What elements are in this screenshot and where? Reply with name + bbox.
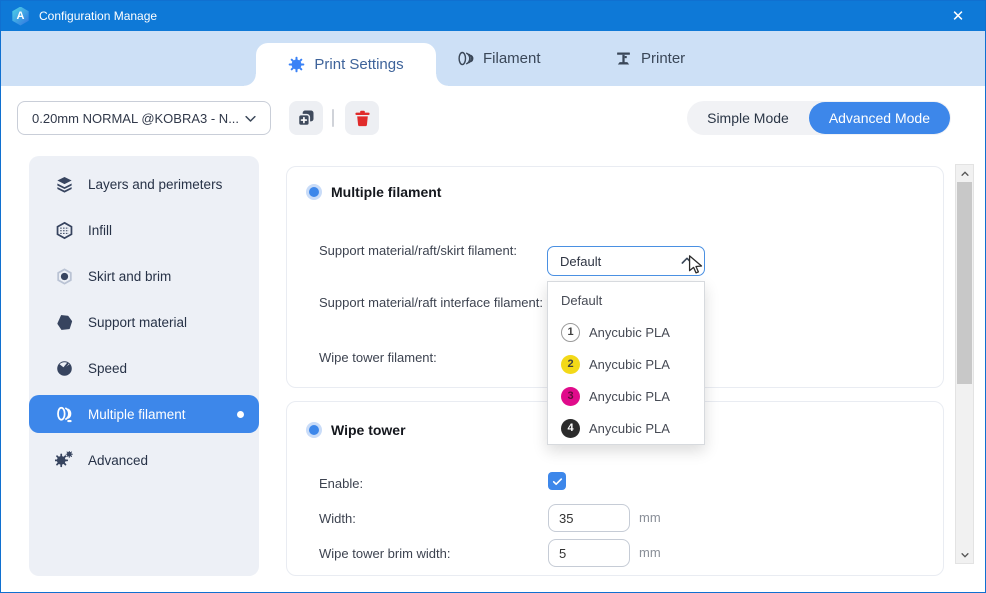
enable-checkbox[interactable] (548, 472, 566, 490)
tab-filament[interactable]: Filament (457, 31, 541, 86)
sidebar-item-label: Advanced (88, 453, 148, 468)
multi-filament-icon (55, 405, 74, 424)
support-interface-filament-label: Support material/raft interface filament… (319, 294, 544, 311)
section-bullet-icon (309, 187, 319, 197)
option-label: Default (561, 293, 602, 308)
width-input[interactable] (548, 504, 630, 532)
gear-icon (288, 56, 305, 73)
sidebar-item-label: Layers and perimeters (88, 177, 222, 192)
dropdown-option-filament-3[interactable]: 3 Anycubic PLA (548, 380, 704, 412)
preset-select-value: 0.20mm NORMAL @KOBRA3 - N... (32, 111, 243, 126)
scroll-down-button[interactable] (956, 547, 973, 562)
section-header: Multiple filament (309, 184, 441, 200)
sidebar-item-label: Skirt and brim (88, 269, 171, 284)
support-material-icon (55, 313, 74, 332)
printer-icon (615, 50, 632, 67)
sidebar-item-support-material[interactable]: Support material (29, 299, 259, 345)
option-label: Anycubic PLA (589, 357, 670, 372)
option-label: Anycubic PLA (589, 421, 670, 436)
tab-print-settings[interactable]: Print Settings (256, 43, 436, 86)
settings-sidebar: Layers and perimeters Infill Skirt and b… (29, 156, 259, 576)
section-bullet-icon (309, 425, 319, 435)
titlebar: A Configuration Manage ✕ (1, 1, 985, 31)
layers-icon (55, 175, 74, 194)
tab-print-settings-label: Print Settings (314, 56, 403, 73)
tab-printer-label: Printer (641, 50, 685, 67)
width-label: Width: (319, 510, 544, 527)
sidebar-item-advanced[interactable]: Advanced (29, 437, 259, 483)
brim-width-unit: mm (639, 545, 661, 560)
mode-toggle: Simple Mode Advanced Mode (687, 101, 951, 135)
filament-color-badge: 1 (561, 323, 580, 342)
dropdown-option-default[interactable]: Default (548, 284, 704, 316)
vertical-scrollbar[interactable] (955, 164, 974, 564)
copy-icon (296, 108, 316, 128)
brim-width-label: Wipe tower brim width: (319, 545, 544, 562)
copy-preset-button[interactable] (289, 101, 323, 135)
scroll-up-button[interactable] (956, 166, 973, 181)
check-icon (551, 475, 564, 488)
support-filament-label: Support material/raft/skirt filament: (319, 242, 544, 259)
sidebar-item-label: Support material (88, 315, 187, 330)
sidebar-item-infill[interactable]: Infill (29, 207, 259, 253)
sidebar-item-label: Multiple filament (88, 407, 186, 422)
section-title: Multiple filament (331, 184, 441, 200)
option-label: Anycubic PLA (589, 389, 670, 404)
dropdown-option-filament-4[interactable]: 4 Anycubic PLA (548, 412, 704, 444)
active-indicator-dot (237, 411, 244, 418)
scroll-down-icon (960, 550, 970, 560)
filament-color-badge: 2 (561, 355, 580, 374)
enable-label: Enable: (319, 475, 544, 492)
support-filament-select[interactable]: Default (547, 246, 705, 276)
tab-bar: Print Settings Filament Printer (1, 31, 985, 86)
tab-printer[interactable]: Printer (615, 31, 685, 86)
scrollbar-thumb[interactable] (957, 182, 972, 384)
simple-mode-button[interactable]: Simple Mode (687, 110, 809, 126)
preset-select[interactable]: 0.20mm NORMAL @KOBRA3 - N... (17, 101, 271, 135)
app-logo-icon: A (11, 7, 30, 26)
section-title: Wipe tower (331, 422, 406, 438)
tab-filament-label: Filament (483, 50, 541, 67)
close-icon[interactable]: ✕ (941, 1, 975, 31)
advanced-mode-button[interactable]: Advanced Mode (809, 102, 950, 134)
scroll-up-icon (960, 169, 970, 179)
chevron-down-icon (243, 111, 258, 126)
brim-width-input[interactable] (548, 539, 630, 567)
section-header: Wipe tower (309, 422, 406, 438)
skirt-brim-icon (55, 267, 74, 286)
filament-dropdown-list: Default 1 Anycubic PLA 2 Anycubic PLA 3 … (547, 281, 705, 445)
tab-curve-right (436, 74, 448, 86)
sidebar-item-label: Infill (88, 223, 112, 238)
sidebar-item-label: Speed (88, 361, 127, 376)
filament-color-badge: 3 (561, 387, 580, 406)
tab-curve-left (244, 74, 256, 86)
sidebar-item-layers-and-perimeters[interactable]: Layers and perimeters (29, 161, 259, 207)
toolbar: 0.20mm NORMAL @KOBRA3 - N... Simple Mode… (1, 86, 985, 146)
advanced-gears-icon (55, 451, 74, 470)
filament-spool-icon (457, 50, 474, 67)
wipe-tower-filament-label: Wipe tower filament: (319, 349, 544, 366)
filament-color-badge: 4 (561, 419, 580, 438)
window-title: Configuration Manage (39, 9, 157, 23)
support-filament-select-value: Default (560, 254, 679, 269)
delete-preset-button[interactable] (345, 101, 379, 135)
trash-icon (353, 109, 372, 128)
infill-icon (55, 221, 74, 240)
dropdown-option-filament-2[interactable]: 2 Anycubic PLA (548, 348, 704, 380)
option-label: Anycubic PLA (589, 325, 670, 340)
toolbar-divider (332, 109, 334, 127)
width-unit: mm (639, 510, 661, 525)
sidebar-item-skirt-and-brim[interactable]: Skirt and brim (29, 253, 259, 299)
speed-gauge-icon (55, 359, 74, 378)
dropdown-option-filament-1[interactable]: 1 Anycubic PLA (548, 316, 704, 348)
configuration-manager-window: A Configuration Manage ✕ Print Settings (0, 0, 986, 593)
sidebar-item-speed[interactable]: Speed (29, 345, 259, 391)
sidebar-item-multiple-filament[interactable]: Multiple filament (29, 395, 259, 433)
mouse-cursor (685, 254, 707, 276)
